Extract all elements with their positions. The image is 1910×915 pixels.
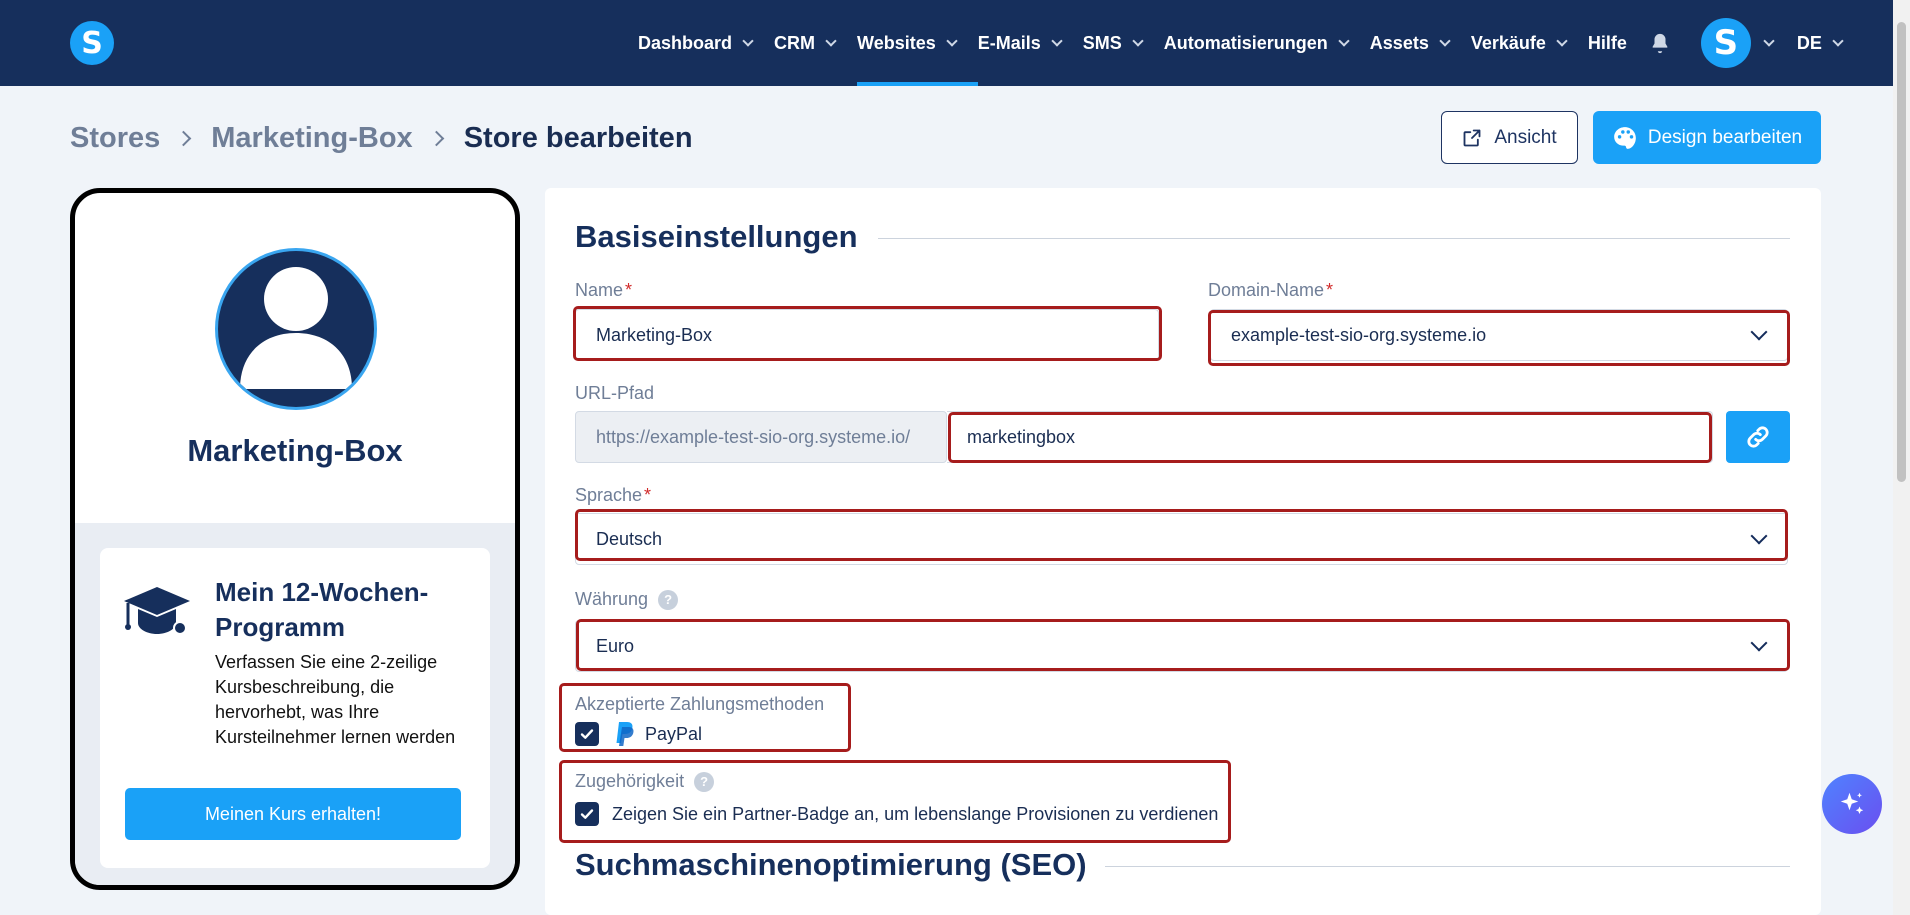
currency-label-text: Währung bbox=[575, 589, 649, 609]
preview-store-name: Marketing-Box bbox=[187, 433, 403, 468]
view-button[interactable]: Ansicht bbox=[1441, 111, 1578, 164]
name-label: Name * bbox=[575, 280, 632, 301]
chevron-down-icon bbox=[1439, 34, 1451, 47]
nav-item-sales[interactable]: Verkäufe bbox=[1470, 0, 1568, 86]
required-mark: * bbox=[644, 485, 652, 505]
edit-design-button[interactable]: Design bearbeiten bbox=[1593, 111, 1821, 164]
sparkle-icon bbox=[1840, 792, 1864, 814]
view-button-label: Ansicht bbox=[1494, 126, 1557, 148]
ai-assistant-button[interactable] bbox=[1822, 774, 1882, 834]
user-silhouette-icon bbox=[240, 267, 352, 389]
highlight-box bbox=[1208, 310, 1790, 366]
chevron-down-icon bbox=[1832, 34, 1844, 47]
section-divider bbox=[1105, 866, 1790, 867]
nav-item-label: E-Mails bbox=[977, 32, 1041, 53]
course-title: Mein 12-Wochen-Programm bbox=[215, 577, 429, 642]
nav-item-help[interactable]: Hilfe bbox=[1588, 0, 1627, 86]
profile-picture bbox=[215, 248, 377, 410]
highlight-box bbox=[948, 412, 1712, 463]
nav-item-assets[interactable]: Assets bbox=[1369, 0, 1451, 86]
nav-item-emails[interactable]: E-Mails bbox=[977, 0, 1063, 86]
page-title: Store bearbeiten bbox=[463, 121, 693, 154]
language-label: Sprache * bbox=[575, 485, 651, 506]
top-navbar: S Dashboard CRM Websites E-Mails SMS Aut… bbox=[0, 0, 1910, 86]
nav-item-label: SMS bbox=[1082, 32, 1122, 53]
chevron-right-icon bbox=[175, 130, 192, 146]
required-mark: * bbox=[625, 280, 633, 300]
section-divider bbox=[878, 238, 1790, 239]
domain-label: Domain-Name * bbox=[1208, 280, 1333, 301]
chevron-down-icon bbox=[1132, 34, 1144, 47]
logo[interactable]: S bbox=[70, 21, 114, 65]
chevron-down-icon bbox=[742, 34, 754, 47]
language-label: DE bbox=[1796, 32, 1822, 53]
nav-item-automations[interactable]: Automatisierungen bbox=[1163, 0, 1350, 86]
highlight-box bbox=[559, 760, 1231, 843]
chevron-right-icon bbox=[428, 130, 444, 146]
copy-link-button[interactable] bbox=[1726, 411, 1790, 463]
chevron-down-icon bbox=[1556, 34, 1568, 47]
language-selector[interactable]: DE bbox=[1796, 0, 1844, 86]
url-path-label: URL-Pfad bbox=[575, 383, 655, 403]
highlight-box bbox=[573, 306, 1162, 361]
highlight-box bbox=[576, 619, 1790, 671]
scrollbar-thumb[interactable] bbox=[1897, 22, 1906, 482]
breadcrumb: Stores Marketing-Box Store bearbeiten bbox=[70, 118, 693, 158]
bell-icon[interactable] bbox=[1649, 32, 1671, 54]
scrollbar[interactable] bbox=[1893, 0, 1910, 915]
help-icon[interactable]: ? bbox=[658, 589, 679, 610]
nav-item-label: CRM bbox=[774, 32, 816, 53]
edit-design-button-label: Design bearbeiten bbox=[1647, 126, 1803, 148]
name-label-text: Name bbox=[575, 280, 624, 300]
url-prefix-field: https://example-test-sio-org.systeme.io/ bbox=[575, 411, 947, 463]
breadcrumb-store[interactable]: Marketing-Box bbox=[211, 122, 412, 155]
required-mark: * bbox=[1326, 280, 1334, 300]
highlight-box bbox=[575, 509, 1788, 561]
highlight-box bbox=[559, 683, 851, 752]
language-label-text: Sprache bbox=[575, 485, 643, 505]
nav-item-websites[interactable]: Websites bbox=[857, 0, 978, 86]
basic-settings-title: Basiseinstellungen bbox=[575, 219, 858, 254]
currency-label: Währung? bbox=[575, 589, 679, 610]
nav-item-label: Assets bbox=[1369, 32, 1429, 53]
store-preview: Marketing-Box Mein 12-Wochen-Programm Ve… bbox=[70, 188, 520, 890]
domain-label-text: Domain-Name bbox=[1208, 280, 1325, 300]
nav-item-label: Automatisierungen bbox=[1163, 32, 1328, 53]
user-avatar[interactable]: S bbox=[1700, 18, 1751, 68]
link-icon bbox=[1747, 426, 1769, 448]
chevron-down-icon bbox=[1338, 34, 1350, 47]
palette-icon bbox=[1614, 126, 1636, 149]
external-link-icon bbox=[1463, 129, 1481, 146]
chevron-down-icon bbox=[946, 34, 958, 47]
nav-item-label: Dashboard bbox=[638, 32, 733, 53]
seo-title: Suchmaschinenoptimierung (SEO) bbox=[575, 847, 1087, 882]
chevron-down-icon bbox=[1051, 34, 1063, 47]
nav-item-dashboard[interactable]: Dashboard bbox=[638, 0, 754, 86]
nav-item-label: Websites bbox=[857, 32, 936, 53]
graduation-cap-icon bbox=[124, 587, 190, 635]
main-nav: Dashboard CRM Websites E-Mails SMS Autom… bbox=[638, 0, 1844, 86]
breadcrumb-stores[interactable]: Stores bbox=[70, 122, 160, 155]
get-course-button[interactable]: Meinen Kurs erhalten! bbox=[125, 788, 461, 840]
chevron-down-icon bbox=[825, 34, 837, 47]
nav-item-crm[interactable]: CRM bbox=[774, 0, 837, 86]
nav-item-sms[interactable]: SMS bbox=[1082, 0, 1144, 86]
course-card: Mein 12-Wochen-Programm Verfassen Sie ei… bbox=[100, 548, 490, 868]
nav-item-label: Hilfe bbox=[1587, 32, 1627, 53]
nav-item-label: Verkäufe bbox=[1470, 32, 1546, 53]
chevron-down-icon[interactable] bbox=[1763, 34, 1775, 47]
course-description: Verfassen Sie eine 2-zeilige Kursbeschre… bbox=[215, 652, 456, 747]
